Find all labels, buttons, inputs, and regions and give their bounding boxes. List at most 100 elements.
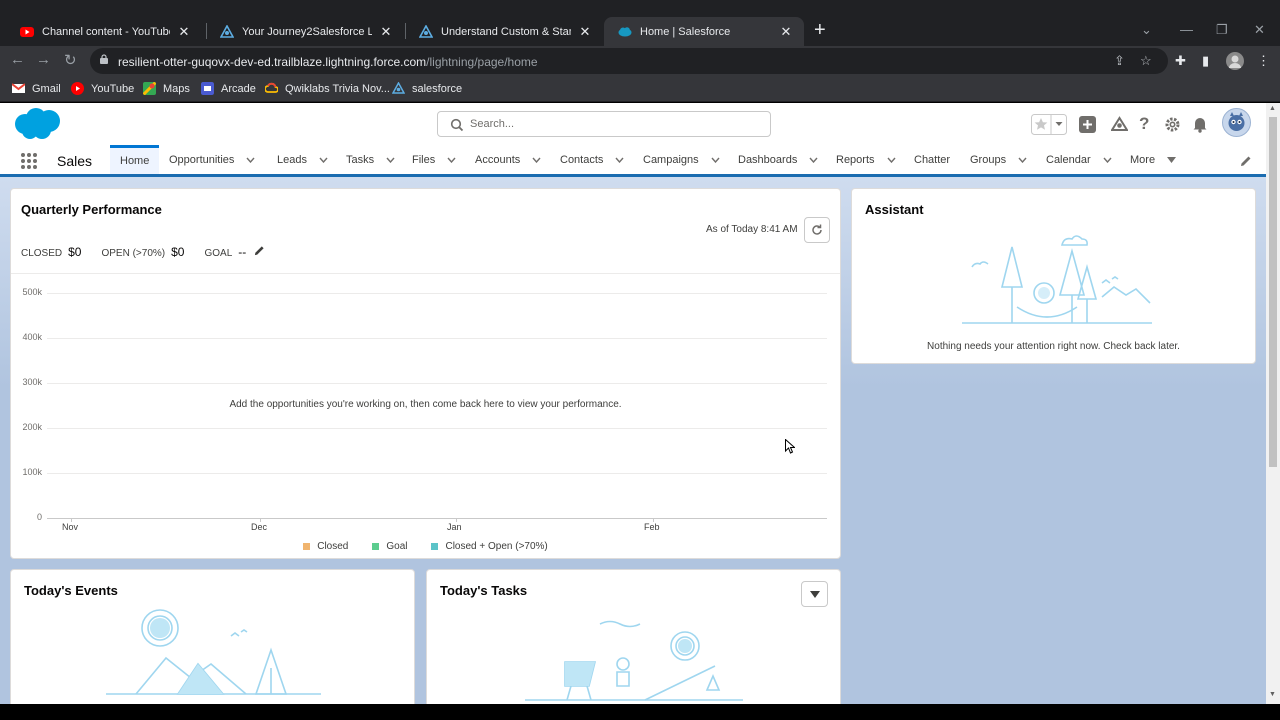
nav-tab-dashboards[interactable]: Dashboards	[738, 145, 818, 174]
chevron-down-icon[interactable]	[711, 157, 720, 163]
nav-tab-accounts[interactable]: Accounts	[475, 145, 541, 174]
back-icon[interactable]: ←	[10, 51, 25, 68]
tab-title: Understand Custom & Standard	[441, 25, 571, 38]
scroll-down-arrow-icon[interactable]: ▼	[1269, 691, 1276, 698]
chevron-down-icon[interactable]	[447, 157, 456, 163]
notifications-bell-icon[interactable]	[1192, 116, 1208, 133]
nav-tab-label: Chatter	[914, 153, 951, 166]
nav-more-menu[interactable]: More	[1130, 145, 1177, 174]
restore-icon[interactable]: ❐	[1216, 22, 1228, 38]
browser-tab-active[interactable]: Home | Salesforce ✕	[604, 17, 804, 46]
bookmark-maps[interactable]: Maps	[143, 82, 190, 95]
global-actions-add-icon[interactable]	[1079, 116, 1096, 133]
close-icon[interactable]: ✕	[176, 24, 192, 40]
user-avatar[interactable]	[1222, 108, 1251, 137]
nav-tab-files[interactable]: Files	[412, 145, 456, 174]
card-title: Assistant	[865, 202, 924, 217]
legend-swatch	[372, 543, 380, 550]
bookmark-star-icon[interactable]: ☆	[1140, 53, 1152, 69]
side-panel-icon[interactable]: ▮	[1202, 53, 1209, 69]
empty-chart-message: Add the opportunities you're working on,…	[229, 399, 622, 410]
bookmark-arcade[interactable]: Arcade	[201, 82, 256, 95]
global-search-input[interactable]: Search...	[437, 111, 771, 137]
caret-down-icon[interactable]	[1167, 156, 1177, 163]
chevron-down-icon[interactable]	[1103, 157, 1112, 163]
chart-gridline	[47, 293, 827, 294]
chart-gridline	[47, 473, 827, 474]
nav-tab-home[interactable]: Home	[110, 145, 160, 174]
close-icon[interactable]: ✕	[378, 24, 394, 40]
scrollbar-thumb[interactable]	[1269, 117, 1277, 467]
card-title: Today's Events	[24, 583, 118, 598]
favorites-star-icon[interactable]	[1031, 114, 1067, 135]
todays-tasks-card: Today's Tasks	[426, 569, 841, 709]
close-icon[interactable]: ✕	[577, 24, 593, 40]
extensions-icon[interactable]: ✚	[1175, 53, 1186, 69]
chart-legend: Closed Goal Closed + Open (>70%)	[11, 541, 840, 552]
profile-avatar-icon[interactable]	[1226, 52, 1244, 70]
nav-tab-label: Leads	[277, 153, 307, 166]
nav-tab-opportunities[interactable]: Opportunities	[169, 145, 255, 174]
google-cloud-icon	[265, 82, 278, 93]
browser-menu-icon[interactable]: ⋮	[1257, 53, 1270, 69]
performance-chart: 500k 400k 300k 200k 100k 0 Nov Dec Jan Feb	[11, 189, 840, 558]
chevron-down-icon[interactable]	[319, 157, 328, 163]
app-name: Sales	[57, 153, 93, 169]
gmail-icon	[12, 83, 25, 93]
legend-swatch	[431, 543, 439, 550]
help-icon[interactable]: ?	[1139, 114, 1149, 134]
tab-search-icon[interactable]: ⌄	[1141, 22, 1152, 38]
trailhead-guidance-icon[interactable]	[1111, 116, 1128, 133]
chevron-down-icon[interactable]	[386, 157, 395, 163]
legend-item-closed-open[interactable]: Closed + Open (>70%)	[431, 541, 548, 552]
tasks-empty-illustration	[525, 620, 743, 701]
nav-tab-chatter[interactable]: Chatter	[914, 145, 950, 174]
window-close-icon[interactable]: ✕	[1254, 22, 1265, 38]
nav-tab-label: Home	[120, 155, 150, 167]
nav-tab-campaigns[interactable]: Campaigns	[643, 145, 720, 174]
nav-tab-tasks[interactable]: Tasks	[346, 145, 395, 174]
bookmark-qwiklabs[interactable]: Qwiklabs Trivia Nov...	[265, 82, 390, 95]
legend-swatch	[303, 543, 311, 550]
nav-tab-label: Calendar	[1046, 153, 1091, 166]
minimize-icon[interactable]: —	[1180, 22, 1193, 37]
bookmark-salesforce[interactable]: salesforce	[392, 82, 462, 95]
legend-item-goal[interactable]: Goal	[372, 541, 407, 552]
page-scrollbar[interactable]: ▲ ▼	[1266, 103, 1280, 704]
nav-tab-calendar[interactable]: Calendar	[1046, 145, 1112, 174]
legend-item-closed[interactable]: Closed	[303, 541, 348, 552]
chevron-down-icon[interactable]	[887, 157, 896, 163]
salesforce-logo[interactable]	[12, 107, 62, 141]
chevron-down-icon[interactable]	[809, 157, 818, 163]
address-bar[interactable]: resilient-otter-guqovx-dev-ed.trailblaze…	[90, 48, 1168, 74]
app-launcher-icon[interactable]	[20, 152, 38, 170]
browser-tab[interactable]: Your Journey2Salesforce Learning ✕	[206, 17, 404, 46]
x-axis-tick-label: Dec	[251, 522, 268, 532]
y-axis-tick-label: 0	[36, 512, 42, 522]
chart-gridline	[47, 383, 827, 384]
tasks-menu-button[interactable]	[801, 581, 828, 607]
edit-nav-pencil-icon[interactable]	[1240, 155, 1252, 167]
new-tab-button[interactable]: +	[814, 20, 826, 40]
close-icon[interactable]: ✕	[778, 24, 794, 40]
chevron-down-icon[interactable]	[1018, 157, 1027, 163]
setup-gear-icon[interactable]	[1164, 116, 1181, 133]
nav-tab-leads[interactable]: Leads	[277, 145, 328, 174]
bookmark-gmail[interactable]: Gmail	[12, 82, 61, 95]
nav-tab-contacts[interactable]: Contacts	[560, 145, 624, 174]
reload-icon[interactable]: ↻	[64, 51, 77, 69]
nav-tab-label: More	[1130, 153, 1156, 166]
chevron-down-icon[interactable]	[532, 157, 541, 163]
scroll-up-arrow-icon[interactable]: ▲	[1269, 105, 1276, 112]
browser-tab[interactable]: Channel content - YouTube Studio ✕	[6, 17, 202, 46]
bookmark-youtube[interactable]: YouTube	[71, 82, 134, 95]
nav-tab-reports[interactable]: Reports	[836, 145, 896, 174]
chevron-down-icon[interactable]	[615, 157, 624, 163]
nav-tab-groups[interactable]: Groups	[970, 145, 1027, 174]
browser-tab[interactable]: Understand Custom & Standard ✕	[405, 17, 603, 46]
y-axis-tick-label: 400k	[22, 332, 42, 342]
forward-icon[interactable]: →	[36, 51, 51, 68]
search-icon	[450, 118, 464, 132]
share-icon[interactable]: ⇪	[1114, 53, 1125, 69]
chevron-down-icon[interactable]	[246, 157, 255, 163]
